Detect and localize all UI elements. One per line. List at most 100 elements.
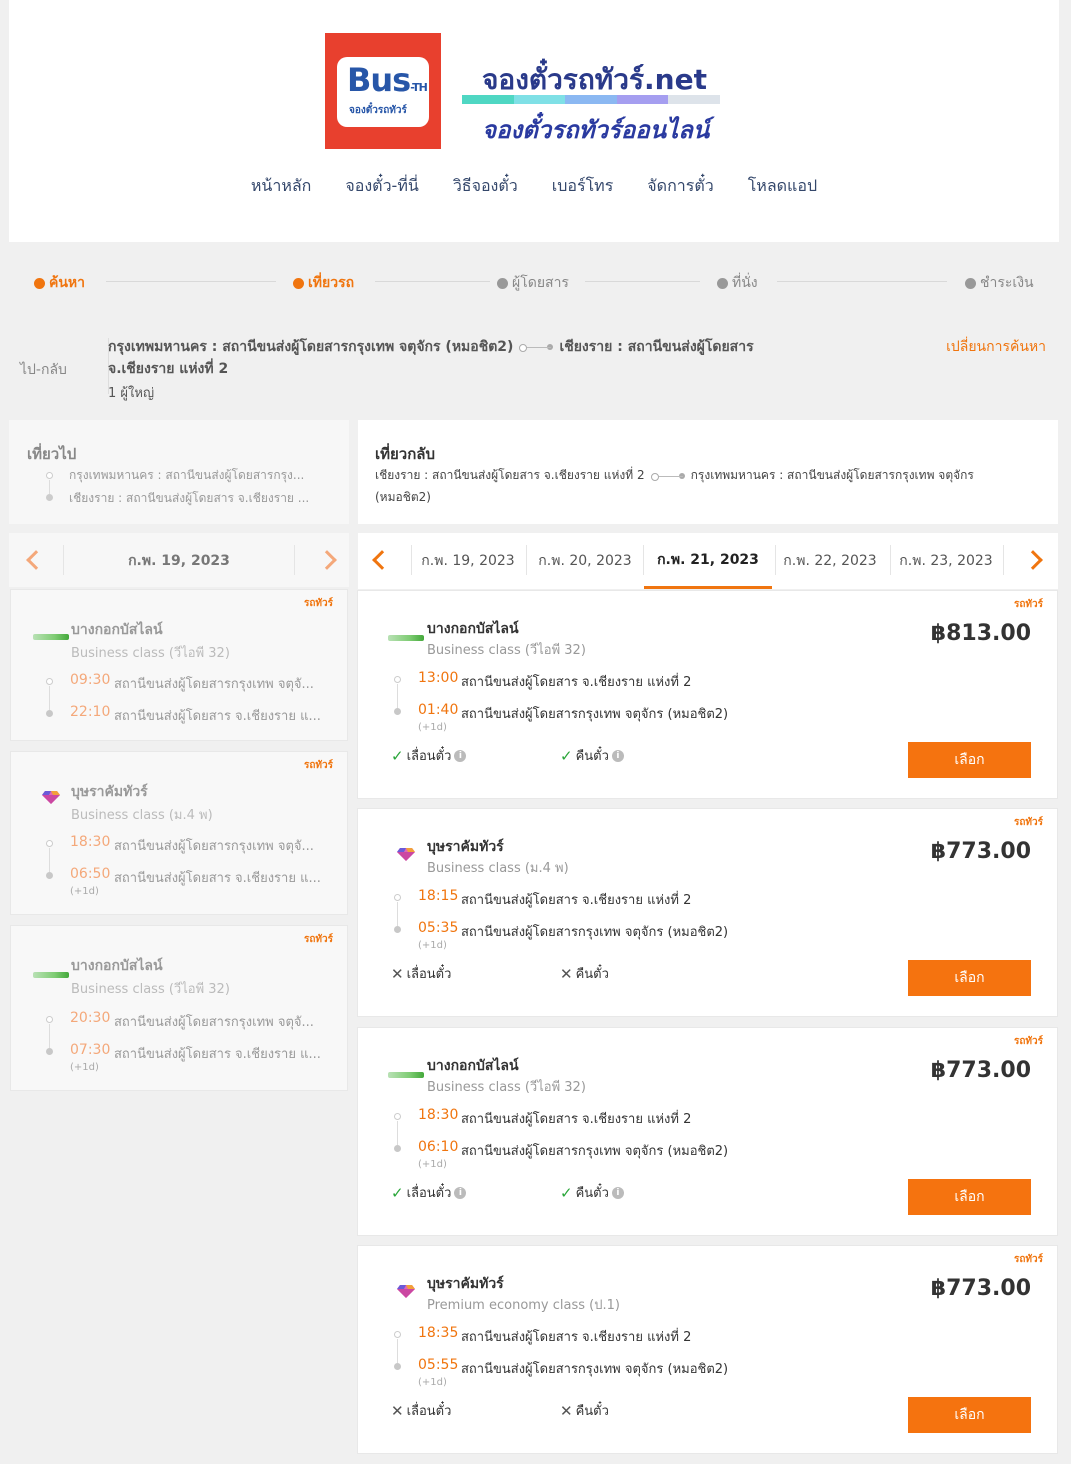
date-tab[interactable]: ก.พ. 19, 2023: [413, 533, 523, 589]
arrival-dot: [394, 1363, 401, 1370]
nav-phone[interactable]: เบอร์โทร: [552, 174, 614, 199]
booking-steps: ค้นหา เที่ยวรถ ผู้โดยสาร ที่นั่ง ชำระเงิ…: [20, 264, 1052, 298]
step-dot: [34, 277, 45, 289]
route-destination-cont: จ.เชียงราย แห่งที่ 2: [108, 361, 229, 377]
site-header: Bus-TH จองตั๋วรถทัวร์ จองตั๋วรถทัวร์.net…: [9, 0, 1059, 242]
reschedule-feature: ✕ เลื่อนตั๋ว: [391, 964, 452, 983]
nav-book[interactable]: จองตั๋ว-ที่นี่: [345, 174, 418, 199]
departure-dot: [46, 678, 53, 685]
refund-feature: ✓ คืนตั๋ว i: [560, 1182, 624, 1203]
departure-stop: สถานีขนส่งผู้โดยสารกรุงเทพ จตุจั...: [114, 1015, 314, 1030]
arrival-stop: สถานีขนส่งผู้โดยสารกรุงเทพ จตุจักร (หมอช…: [461, 1144, 729, 1159]
date-separator: [294, 545, 295, 575]
step-connector: [106, 281, 276, 282]
bus-class: Business class (ม.4 พ): [427, 861, 569, 876]
info-icon[interactable]: i: [611, 749, 624, 762]
ticket-price: ฿773.00: [930, 839, 1031, 864]
nav-home[interactable]: หน้าหลัก: [251, 174, 312, 199]
step-trip: เที่ยวรถ: [289, 272, 359, 294]
bus-class: Premium economy class (ป.1): [427, 1298, 620, 1313]
main-nav: หน้าหลัก จองตั๋ว-ที่นี่ วิธีจองตั๋ว เบอร…: [9, 174, 1059, 199]
select-trip-button[interactable]: เลือก: [908, 1179, 1031, 1215]
outbound-trip-card[interactable]: รถทัวร์ บางกอกบัสไลน์ Business class (วี…: [10, 589, 348, 741]
bus-class: Business class (วีไอพี 32): [71, 982, 230, 997]
route-connector-icon: [650, 471, 685, 481]
return-trip-card[interactable]: รถทัวร์ บางกอกบัสไลน์ Business class (วี…: [357, 590, 1058, 799]
arrival-stop: สถานีขนส่งผู้โดยสารกรุงเทพ จตุจักร (หมอช…: [461, 707, 729, 722]
bus-type-tag: รถทัวร์: [303, 760, 333, 771]
change-search-link[interactable]: เปลี่ยนการค้นหา: [946, 336, 1046, 358]
departure-time: 18:35: [418, 1325, 459, 1341]
date-tab-active[interactable]: ก.พ. 21, 2023: [644, 533, 772, 589]
nav-download-app[interactable]: โหลดแอป: [748, 174, 817, 199]
arrival-dot: [394, 926, 401, 933]
date-separator: [526, 545, 527, 575]
nav-manage-ticket[interactable]: จัดการตั๋ว: [647, 174, 713, 199]
outbound-date-bar: ก.พ. 19, 2023: [9, 533, 349, 587]
arrival-dot: [46, 872, 53, 879]
bus-type-tag: รถทัวร์: [1013, 817, 1043, 828]
date-tab[interactable]: ก.พ. 23, 2023: [891, 533, 1001, 589]
route-origin: กรุงเทพมหานคร : สถานีขนส่งผู้โดยสารกรุงเ…: [108, 339, 514, 355]
timeline: [49, 848, 50, 872]
operator-name: บุษราคัมทัวร์: [427, 1276, 504, 1292]
step-connector: [585, 281, 700, 282]
info-icon[interactable]: i: [454, 1186, 467, 1199]
step-connector: [375, 281, 490, 282]
return-date-tabs: ก.พ. 19, 2023 ก.พ. 20, 2023 ก.พ. 21, 202…: [358, 533, 1058, 589]
arrival-dot: [394, 1145, 401, 1152]
outbound-title: เที่ยวไป: [27, 445, 77, 463]
bus-th-logo[interactable]: Bus-TH จองตั๋วรถทัวร์: [325, 33, 441, 149]
timeline: [397, 902, 398, 926]
outbound-trip-card[interactable]: รถทัวร์ บางกอกบัสไลน์ Business class (วี…: [10, 925, 348, 1091]
bus-type-tag: รถทัวร์: [303, 934, 333, 945]
return-trip-card[interactable]: รถทัวร์ บุษราคัมทัวร์ Premium economy cl…: [357, 1245, 1058, 1454]
step-connector: [777, 281, 947, 282]
outbound-trip-card[interactable]: รถทัวร์ บุษราคัมทัวร์ Business class (ม.…: [10, 751, 348, 915]
return-leg-panel: เที่ยวกลับ เชียงราย : สถานีขนส่งผู้โดยสา…: [358, 420, 1058, 524]
cross-icon: ✕: [560, 964, 573, 983]
bangkok-busline-logo-icon: [388, 635, 424, 641]
arrival-stop: สถานีขนส่งผู้โดยสาร จ.เชียงราย แ...: [114, 1047, 321, 1062]
next-day-note: (+1d): [418, 1159, 447, 1170]
next-day-note: (+1d): [418, 1377, 447, 1388]
bus-type-tag: รถทัวร์: [303, 598, 333, 609]
trip-type: ไป-กลับ: [20, 362, 67, 378]
refund-feature: ✕ คืนตั๋ว: [560, 964, 609, 983]
chevron-left-icon[interactable]: [372, 550, 392, 570]
arrival-time: 01:40: [418, 702, 459, 718]
select-trip-button[interactable]: เลือก: [908, 960, 1031, 996]
step-dot: [497, 277, 508, 289]
departure-stop: สถานีขนส่งผู้โดยสาร จ.เชียงราย แห่งที่ 2: [461, 675, 692, 690]
nav-how-to-book[interactable]: วิธีจองตั๋ว: [453, 174, 518, 199]
select-trip-button[interactable]: เลือก: [908, 742, 1031, 778]
info-icon[interactable]: i: [454, 749, 467, 762]
passenger-count: 1 ผู้ใหญ่: [108, 386, 155, 401]
return-route: เชียงราย : สถานีขนส่งผู้โดยสาร จ.เชียงรา…: [375, 464, 1047, 508]
route-text: กรุงเทพมหานคร : สถานีขนส่งผู้โดยสารกรุงเ…: [108, 336, 828, 380]
arrival-dot: [394, 708, 401, 715]
arrival-time: 06:50: [70, 866, 111, 882]
next-day-note: (+1d): [70, 1062, 99, 1073]
arrival-time: 07:30: [70, 1042, 111, 1058]
info-icon[interactable]: i: [611, 1186, 624, 1199]
busarakham-tour-logo-icon: [397, 1285, 415, 1298]
return-trip-card[interactable]: รถทัวร์ บางกอกบัสไลน์ Business class (วี…: [357, 1027, 1058, 1236]
select-trip-button[interactable]: เลือก: [908, 1397, 1031, 1433]
arrival-stop: สถานีขนส่งผู้โดยสารกรุงเทพ จตุจักร (หมอช…: [461, 925, 729, 940]
brand-tagline: จองตั๋วรถทัวร์ออนไลน์: [482, 116, 710, 144]
chevron-right-icon[interactable]: [1023, 550, 1043, 570]
operator-name: บุษราคัมทัวร์: [71, 784, 148, 800]
arrival-dot: [46, 710, 53, 717]
cross-icon: ✕: [391, 1401, 404, 1420]
date-tab[interactable]: ก.พ. 22, 2023: [775, 533, 885, 589]
arrival-time: 05:35: [418, 920, 459, 936]
return-trip-card[interactable]: รถทัวร์ บุษราคัมทัวร์ Business class (ม.…: [357, 808, 1058, 1017]
date-separator: [1003, 545, 1004, 575]
brand-color-bar: [462, 95, 720, 104]
outbound-leg-panel[interactable]: เที่ยวไป กรุงเทพมหานคร : สถานีขนส่งผู้โด…: [9, 420, 349, 524]
step-dot: [965, 277, 976, 289]
route-destination: เชียงราย : สถานีขนส่งผู้โดยสาร: [559, 339, 754, 355]
date-tab[interactable]: ก.พ. 20, 2023: [530, 533, 640, 589]
departure-time: 13:00: [418, 670, 459, 686]
